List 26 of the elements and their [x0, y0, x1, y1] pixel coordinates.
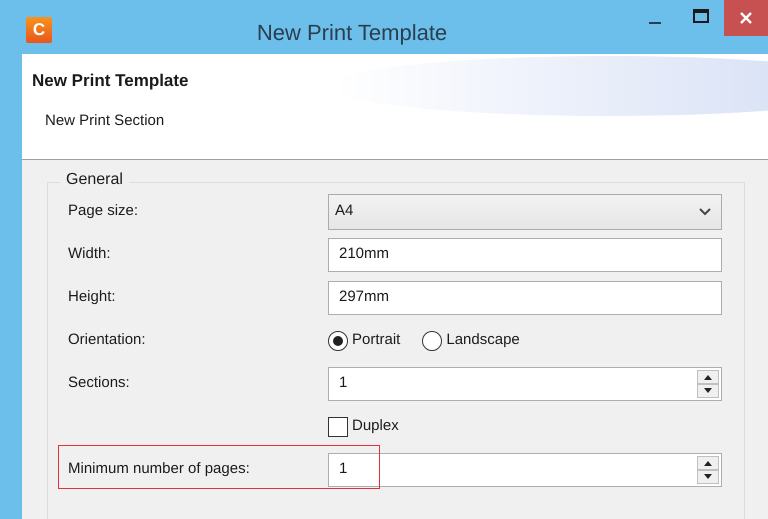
field-label: Width:	[68, 245, 111, 262]
maximize-icon	[693, 9, 709, 23]
radio-option[interactable]: Portrait	[328, 329, 400, 352]
close-button[interactable]	[724, 0, 768, 36]
page-subtitle: New Print Section	[45, 110, 166, 130]
group-label: General	[65, 172, 124, 188]
field-label: Page size:	[68, 202, 138, 220]
field-label: Height:	[68, 288, 116, 306]
minimize-icon	[649, 22, 661, 24]
close-icon	[739, 11, 753, 25]
checkbox-option[interactable]: Duplex	[328, 415, 399, 438]
page-size-dropdown[interactable]: A4	[328, 194, 722, 230]
radio-option[interactable]: Landscape	[422, 329, 520, 352]
field-label: Orientation:	[68, 331, 146, 348]
field-label: Sections:	[68, 374, 130, 392]
app-icon: C	[26, 17, 52, 43]
spinner-arrows-icon[interactable]	[697, 456, 719, 484]
text-field[interactable]: 210mm	[328, 238, 722, 272]
text-field[interactable]: 297mm	[328, 280, 722, 314]
number-field[interactable]: 1	[328, 366, 722, 400]
page-title: New Print Template	[32, 70, 190, 92]
chevron-down-icon	[699, 208, 711, 216]
spinner-arrows-icon[interactable]	[697, 370, 719, 398]
window-title: New Print Template	[256, 19, 448, 47]
number-field[interactable]: 1	[328, 452, 722, 486]
field-label: Minimum number of pages:	[68, 460, 250, 478]
